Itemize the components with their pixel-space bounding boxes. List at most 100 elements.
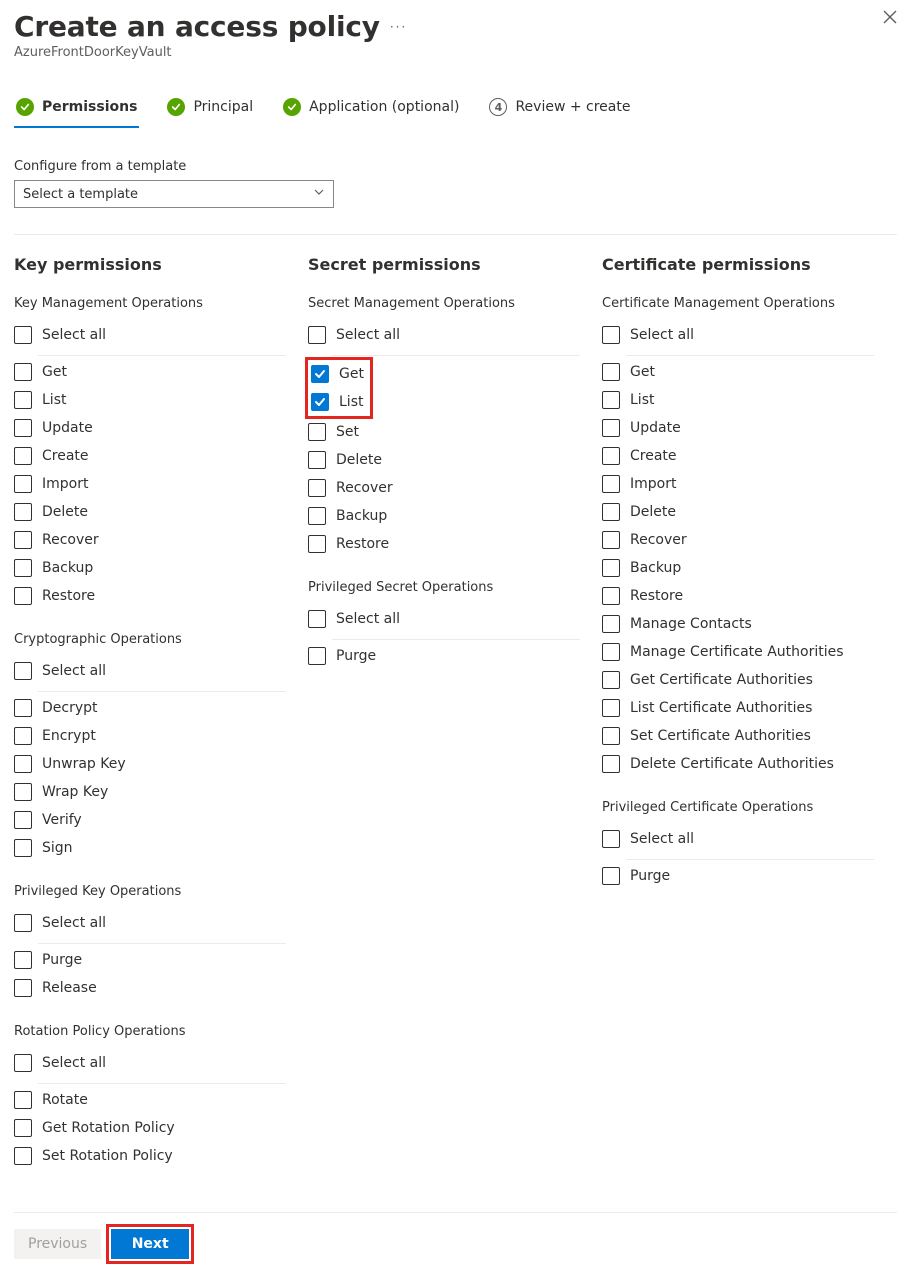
checkbox[interactable] xyxy=(602,503,620,521)
checkbox[interactable] xyxy=(602,531,620,549)
tab-permissions[interactable]: Permissions xyxy=(14,92,139,128)
checkbox[interactable] xyxy=(308,451,326,469)
checkbox[interactable] xyxy=(602,587,620,605)
permission-checkbox[interactable]: List xyxy=(14,386,286,414)
checkbox[interactable] xyxy=(14,503,32,521)
checkbox[interactable] xyxy=(308,647,326,665)
select-all-checkbox[interactable]: Select all xyxy=(14,321,286,349)
permission-checkbox[interactable]: Delete xyxy=(308,446,580,474)
checkbox[interactable] xyxy=(308,423,326,441)
permission-checkbox[interactable]: Restore xyxy=(14,582,286,610)
permission-checkbox[interactable]: Wrap Key xyxy=(14,778,286,806)
permission-checkbox[interactable]: Get xyxy=(602,358,874,386)
checkbox[interactable] xyxy=(14,979,32,997)
permission-checkbox[interactable]: Recover xyxy=(308,474,580,502)
permission-checkbox[interactable]: Purge xyxy=(308,642,580,670)
next-button[interactable]: Next xyxy=(111,1229,189,1259)
permission-checkbox[interactable]: Import xyxy=(14,470,286,498)
permission-checkbox[interactable]: Rotate xyxy=(14,1086,286,1114)
checkbox[interactable] xyxy=(14,1119,32,1137)
checkbox[interactable] xyxy=(311,365,329,383)
checkbox[interactable] xyxy=(14,914,32,932)
permission-checkbox[interactable]: List xyxy=(602,386,874,414)
checkbox[interactable] xyxy=(308,507,326,525)
permission-checkbox[interactable]: Update xyxy=(602,414,874,442)
checkbox[interactable] xyxy=(14,326,32,344)
permission-checkbox[interactable]: Create xyxy=(602,442,874,470)
select-all-checkbox[interactable]: Select all xyxy=(602,825,874,853)
permission-checkbox[interactable]: Purge xyxy=(602,862,874,890)
checkbox[interactable] xyxy=(14,662,32,680)
select-all-checkbox[interactable]: Select all xyxy=(14,1049,286,1077)
checkbox[interactable] xyxy=(602,867,620,885)
checkbox[interactable] xyxy=(14,559,32,577)
permission-checkbox[interactable]: Import xyxy=(602,470,874,498)
select-all-checkbox[interactable]: Select all xyxy=(308,321,580,349)
permission-checkbox[interactable]: Backup xyxy=(602,554,874,582)
checkbox[interactable] xyxy=(602,830,620,848)
tab-principal[interactable]: Principal xyxy=(165,92,255,128)
checkbox[interactable] xyxy=(602,727,620,745)
permission-checkbox[interactable]: Unwrap Key xyxy=(14,750,286,778)
checkbox[interactable] xyxy=(602,475,620,493)
template-select[interactable]: Select a template xyxy=(14,180,334,208)
checkbox[interactable] xyxy=(602,615,620,633)
permission-checkbox[interactable]: Update xyxy=(14,414,286,442)
tab-review-create[interactable]: 4Review + create xyxy=(487,92,632,128)
checkbox[interactable] xyxy=(602,447,620,465)
checkbox[interactable] xyxy=(14,699,32,717)
select-all-checkbox[interactable]: Select all xyxy=(308,605,580,633)
permission-checkbox[interactable]: Delete xyxy=(602,498,874,526)
permission-checkbox[interactable]: Release xyxy=(14,974,286,1002)
permission-checkbox[interactable]: Sign xyxy=(14,834,286,862)
checkbox[interactable] xyxy=(14,531,32,549)
checkbox[interactable] xyxy=(14,1054,32,1072)
permission-checkbox[interactable]: Restore xyxy=(308,530,580,558)
checkbox[interactable] xyxy=(14,419,32,437)
select-all-checkbox[interactable]: Select all xyxy=(14,909,286,937)
tab-application-optional-[interactable]: Application (optional) xyxy=(281,92,461,128)
checkbox[interactable] xyxy=(602,671,620,689)
checkbox[interactable] xyxy=(14,783,32,801)
permission-checkbox[interactable]: Recover xyxy=(602,526,874,554)
permission-checkbox[interactable]: Restore xyxy=(602,582,874,610)
checkbox[interactable] xyxy=(602,391,620,409)
checkbox[interactable] xyxy=(308,326,326,344)
checkbox[interactable] xyxy=(602,326,620,344)
checkbox[interactable] xyxy=(308,535,326,553)
permission-checkbox[interactable]: Delete xyxy=(14,498,286,526)
checkbox[interactable] xyxy=(14,1091,32,1109)
checkbox[interactable] xyxy=(14,391,32,409)
permission-checkbox[interactable]: Backup xyxy=(308,502,580,530)
checkbox[interactable] xyxy=(311,393,329,411)
checkbox[interactable] xyxy=(14,447,32,465)
permission-checkbox[interactable]: Get Rotation Policy xyxy=(14,1114,286,1142)
permission-checkbox[interactable]: Encrypt xyxy=(14,722,286,750)
checkbox[interactable] xyxy=(14,587,32,605)
checkbox[interactable] xyxy=(602,699,620,717)
checkbox[interactable] xyxy=(308,610,326,628)
permission-checkbox[interactable]: Get xyxy=(308,360,370,388)
more-icon[interactable]: ··· xyxy=(390,20,407,34)
permission-checkbox[interactable]: Get xyxy=(14,358,286,386)
checkbox[interactable] xyxy=(14,811,32,829)
permission-checkbox[interactable]: Set xyxy=(308,418,580,446)
permission-checkbox[interactable]: Set Rotation Policy xyxy=(14,1142,286,1170)
permission-checkbox[interactable]: Create xyxy=(14,442,286,470)
select-all-checkbox[interactable]: Select all xyxy=(602,321,874,349)
checkbox[interactable] xyxy=(14,363,32,381)
close-icon[interactable] xyxy=(883,10,897,28)
permission-checkbox[interactable]: Manage Certificate Authorities xyxy=(602,638,874,666)
permission-checkbox[interactable]: Delete Certificate Authorities xyxy=(602,750,874,778)
checkbox[interactable] xyxy=(602,755,620,773)
checkbox[interactable] xyxy=(14,839,32,857)
checkbox[interactable] xyxy=(308,479,326,497)
checkbox[interactable] xyxy=(602,559,620,577)
permission-checkbox[interactable]: Recover xyxy=(14,526,286,554)
permission-checkbox[interactable]: Verify xyxy=(14,806,286,834)
permission-checkbox[interactable]: Manage Contacts xyxy=(602,610,874,638)
checkbox[interactable] xyxy=(14,951,32,969)
checkbox[interactable] xyxy=(14,727,32,745)
checkbox[interactable] xyxy=(602,643,620,661)
permission-checkbox[interactable]: Decrypt xyxy=(14,694,286,722)
